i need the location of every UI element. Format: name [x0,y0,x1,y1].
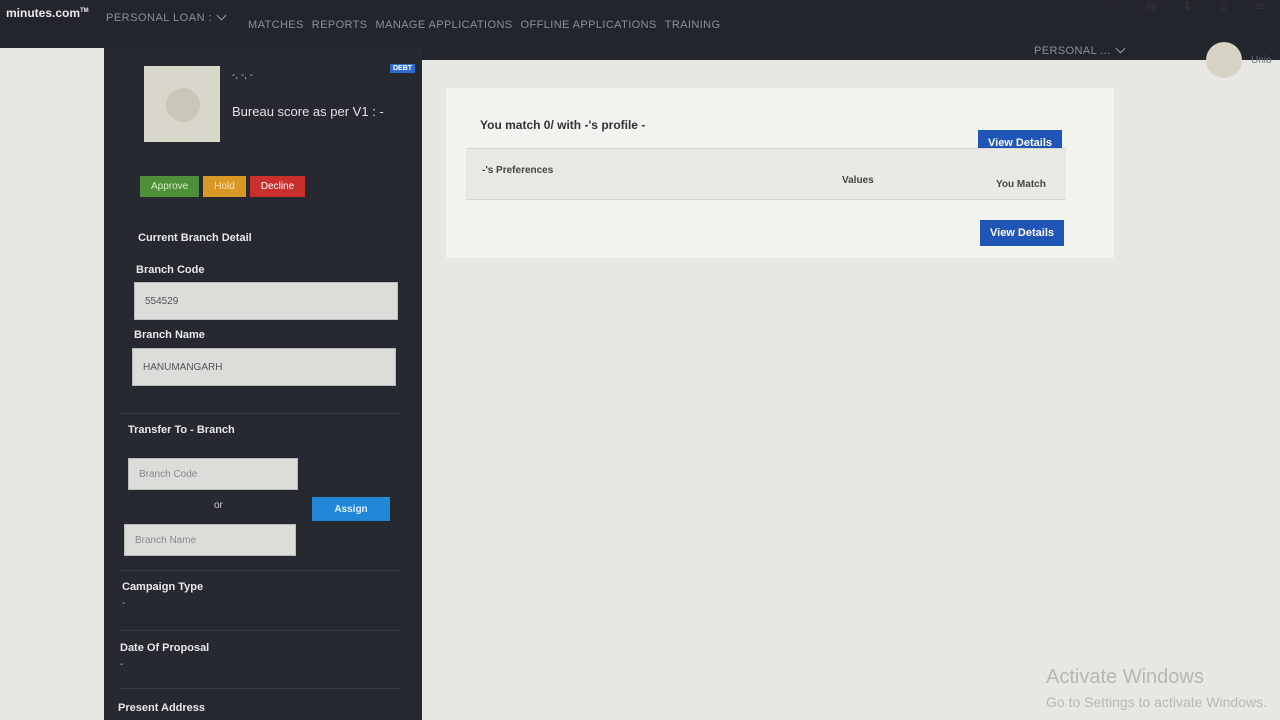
reader-icon[interactable]: ▤ [1144,0,1158,12]
nav-manage-applications[interactable]: MANAGE APPLICATIONS [376,19,513,31]
menu-icon[interactable]: ≡ [1252,0,1266,12]
user-menu-label: PERSONAL ... [1034,45,1111,57]
divider [120,688,400,689]
user-menu[interactable]: PERSONAL ... [1034,43,1125,57]
view-details-button[interactable]: View Details [980,220,1064,246]
divider [120,570,400,571]
bureau-score: Bureau score as per V1 : - [232,104,384,119]
nav-offline-applications[interactable]: OFFLINE APPLICATIONS [521,19,657,31]
nav-reports[interactable]: REPORTS [312,19,368,31]
user-name: Unio [1251,55,1272,66]
applicant-sidebar: -, -, - DEBT Bureau score as per V1 : - … [104,48,422,720]
present-address-label: Present Address [118,702,206,714]
left-gutter [0,48,104,720]
branch-code-field: 554529 [134,282,398,320]
profile-photo [144,66,220,142]
home-icon[interactable]: ⌂ [1216,0,1230,12]
product-label: PERSONAL LOAN : [106,12,213,24]
activate-windows-title: Activate Windows [1046,666,1204,688]
preferences-header: -'s Preferences [482,165,554,176]
current-branch-title: Current Branch Detail [138,232,252,244]
product-dropdown[interactable]: PERSONAL LOAN : [106,10,227,24]
date-of-proposal-label: Date Of Proposal [120,642,210,654]
values-header: Values [842,175,874,186]
nav-matches[interactable]: MATCHES [248,19,304,31]
match-card: You match 0/ with -'s profile - View Det… [446,88,1114,258]
chevron-down-icon [1115,43,1125,54]
avatar[interactable] [1206,42,1242,78]
logo[interactable]: minutes.comTM [6,6,89,20]
main-content: You match 0/ with -'s profile - View Det… [422,60,1280,720]
assign-button[interactable]: Assign [312,497,390,521]
top-navbar: minutes.comTM PERSONAL LOAN : MATCHES RE… [0,0,1280,48]
match-title: You match 0/ with -'s profile - [480,118,646,132]
divider [120,413,400,414]
you-match-header: You Match [996,179,1046,190]
date-of-proposal-value: - [120,659,124,670]
user-icon [166,88,200,122]
branch-name-field: HANUMANGARH [132,348,396,386]
preferences-table: -'s Preferences Values You Match [466,148,1066,200]
logo-text: minutes.com [6,6,81,20]
transfer-title: Transfer To - Branch [128,424,235,436]
download-icon[interactable]: ⬇ [1180,0,1194,12]
activate-windows-subtitle: Go to Settings to activate Windows. [1046,694,1267,710]
action-buttons: Approve Hold Decline [140,176,306,197]
debt-badge: DEBT [390,64,416,73]
nav-links: MATCHES REPORTS MANAGE APPLICATIONS OFFL… [248,19,720,31]
star-icon[interactable]: ☆ [1108,0,1122,12]
browser-icons: ☆ ▤ ⬇ ⌂ ≡ [1108,0,1266,12]
logo-tm: TM [80,8,89,14]
hold-button[interactable]: Hold [203,176,246,197]
branch-code-label: Branch Code [136,264,205,276]
nav-training[interactable]: TRAINING [665,19,721,31]
transfer-branch-name-input[interactable]: Branch Name [124,524,296,556]
decline-button[interactable]: Decline [249,176,306,197]
chevron-down-icon [216,10,227,21]
transfer-branch-code-input[interactable]: Branch Code [128,458,298,490]
branch-name-label: Branch Name [134,329,205,341]
or-text: or [214,500,223,511]
approve-button[interactable]: Approve [140,176,200,197]
divider [120,630,400,631]
campaign-type-value: - [122,598,126,609]
profile-name: -, -, - [232,70,254,81]
campaign-type-label: Campaign Type [122,581,204,593]
